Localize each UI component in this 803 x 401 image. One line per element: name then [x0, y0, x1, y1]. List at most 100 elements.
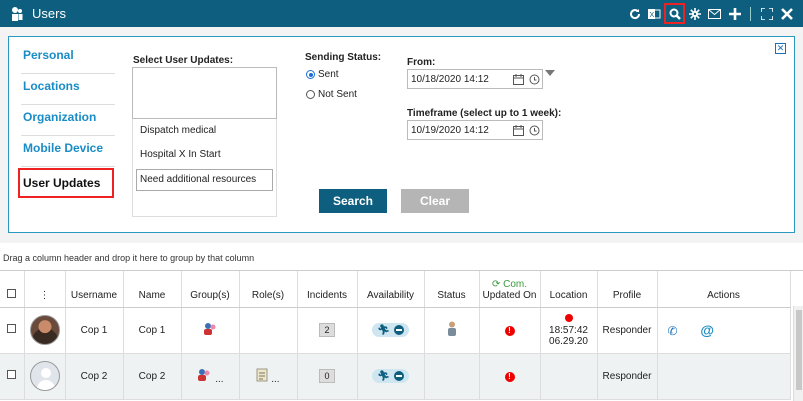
do-not-disturb-icon: [393, 371, 404, 381]
row-checkbox-cell[interactable]: [0, 307, 25, 354]
select-updates-label: Select User Updates:: [133, 55, 234, 66]
header-username[interactable]: Username: [65, 271, 124, 308]
header-location[interactable]: Location: [540, 271, 598, 308]
window-title: Users: [32, 6, 66, 21]
status-cell: [424, 353, 480, 400]
location-cell[interactable]: [540, 353, 598, 400]
header-status[interactable]: Status: [424, 271, 480, 308]
nav-item-mobile-device[interactable]: Mobile Device: [21, 136, 115, 167]
row-checkbox[interactable]: [7, 370, 17, 379]
alert-icon: !: [504, 325, 515, 336]
header-incidents[interactable]: Incidents: [297, 271, 358, 308]
column-menu-icon[interactable]: ⋮: [24, 271, 66, 308]
phone-icon[interactable]: ✆: [668, 324, 678, 338]
groups-more-ellipsis: ...: [215, 373, 224, 385]
expand-icon[interactable]: [758, 5, 775, 22]
incident-count-badge[interactable]: 0: [319, 369, 335, 383]
radio-not-sent[interactable]: Not Sent: [306, 89, 357, 100]
radio-sent-dot[interactable]: [306, 70, 315, 79]
header-select-all[interactable]: [0, 271, 25, 308]
group-by-hint: Drag a column header and drop it here to…: [3, 253, 255, 263]
calendar-icon[interactable]: [510, 71, 526, 87]
roles-cell: [239, 307, 298, 354]
role-document-icon[interactable]: [256, 368, 268, 385]
sending-status-label: Sending Status:: [305, 52, 382, 63]
search-button[interactable]: Search: [319, 189, 387, 213]
option-hospital-x[interactable]: Hospital X In Start: [133, 143, 276, 167]
location-cell[interactable]: 18:57:42 06.29.20: [540, 307, 598, 354]
svg-text:X: X: [650, 12, 655, 19]
radio-not-sent-dot[interactable]: [306, 90, 315, 99]
running-person-icon: 🏃︎: [377, 324, 390, 336]
settings-icon[interactable]: [686, 5, 703, 22]
nav-item-locations[interactable]: Locations: [21, 74, 115, 105]
add-icon[interactable]: [726, 5, 743, 22]
close-icon[interactable]: [778, 5, 795, 22]
header-com-updated[interactable]: ⟳ Com. Updated On: [479, 271, 541, 308]
actions-cell: ✆ @: [657, 307, 791, 354]
com-updated-cell: !: [479, 353, 541, 400]
timeframe-date-field[interactable]: 10/19/2020 14:12: [407, 120, 543, 140]
table-row[interactable]: Cop 2 Cop 2 ... ... 0 🏃︎ ! Responder: [0, 353, 791, 400]
header-updated-on-label: Updated On: [482, 289, 537, 301]
group-icon[interactable]: [196, 368, 212, 385]
nav-item-user-updates[interactable]: User Updates: [18, 168, 114, 198]
refresh-status-icon: ⟳ Com.: [491, 278, 528, 290]
radio-sent[interactable]: Sent: [306, 69, 339, 80]
clock-icon[interactable]: [526, 71, 542, 87]
filter-nav: Personal Locations Organization Mobile D…: [18, 43, 115, 198]
clear-button[interactable]: Clear: [401, 189, 469, 213]
nav-item-organization[interactable]: Organization: [21, 105, 115, 136]
title-bar: Users X: [0, 0, 803, 27]
group-icon[interactable]: [202, 322, 218, 339]
row-checkbox[interactable]: [7, 324, 17, 333]
calendar-icon[interactable]: [510, 122, 526, 138]
running-person-icon: 🏃︎: [377, 370, 390, 382]
select-all-checkbox[interactable]: [7, 288, 17, 298]
name-cell: Cop 2: [123, 353, 182, 400]
radio-not-sent-label: Not Sent: [318, 89, 357, 100]
table-row[interactable]: Cop 1 Cop 1 2 🏃︎ ! 18:57:42 06.29.20 Resp…: [0, 307, 791, 354]
availability-cell: 🏃︎: [357, 353, 425, 400]
selected-updates-listbox[interactable]: [132, 67, 277, 119]
header-availability[interactable]: Availability: [357, 271, 425, 308]
profile-cell: Responder: [597, 353, 658, 400]
header-com-label: Com.: [503, 278, 528, 290]
incident-count-badge[interactable]: 2: [319, 323, 335, 337]
email-icon[interactable]: @: [700, 322, 714, 338]
updates-options-list: Dispatch medical Hospital X In Start Nee…: [132, 119, 277, 217]
clock-icon[interactable]: [526, 122, 542, 138]
actions-cell: [657, 353, 791, 400]
from-date-field[interactable]: 10/18/2020 14:12: [407, 69, 543, 89]
header-profile[interactable]: Profile: [597, 271, 658, 308]
mail-icon[interactable]: [706, 5, 723, 22]
search-icon[interactable]: [664, 3, 685, 24]
roles-more-ellipsis: ...: [271, 373, 280, 385]
com-updated-cell: !: [479, 307, 541, 354]
option-dispatch-medical[interactable]: Dispatch medical: [133, 119, 276, 143]
grid-scrollbar[interactable]: [793, 306, 803, 401]
header-groups[interactable]: Group(s): [181, 271, 240, 308]
toolbar-divider: [750, 6, 751, 21]
close-panel-icon[interactable]: ✕: [775, 43, 786, 54]
scrollbar-thumb[interactable]: [796, 310, 802, 390]
availability-toggle[interactable]: 🏃︎: [372, 369, 409, 383]
refresh-icon[interactable]: [626, 5, 643, 22]
filter-panel: ✕ Personal Locations Organization Mobile…: [8, 36, 795, 233]
header-name[interactable]: Name: [123, 271, 182, 308]
option-additional-resources[interactable]: Need additional resources: [136, 169, 273, 191]
from-date-value[interactable]: 10/18/2020 14:12: [408, 74, 510, 85]
header-roles[interactable]: Role(s): [239, 271, 298, 308]
location-dot-icon: [564, 313, 573, 322]
nav-item-personal[interactable]: Personal: [21, 43, 115, 74]
timeframe-label: Timeframe (select up to 1 week):: [407, 108, 562, 119]
timeframe-date-value[interactable]: 10/19/2020 14:12: [408, 125, 510, 136]
header-actions[interactable]: Actions: [657, 271, 791, 308]
alert-icon: !: [504, 371, 515, 382]
groups-cell: [181, 307, 240, 354]
from-dropdown-caret-icon[interactable]: [545, 70, 555, 76]
username-cell: Cop 2: [65, 353, 124, 400]
row-checkbox-cell[interactable]: [0, 353, 25, 400]
excel-icon[interactable]: X: [646, 5, 663, 22]
availability-toggle[interactable]: 🏃︎: [372, 323, 409, 337]
